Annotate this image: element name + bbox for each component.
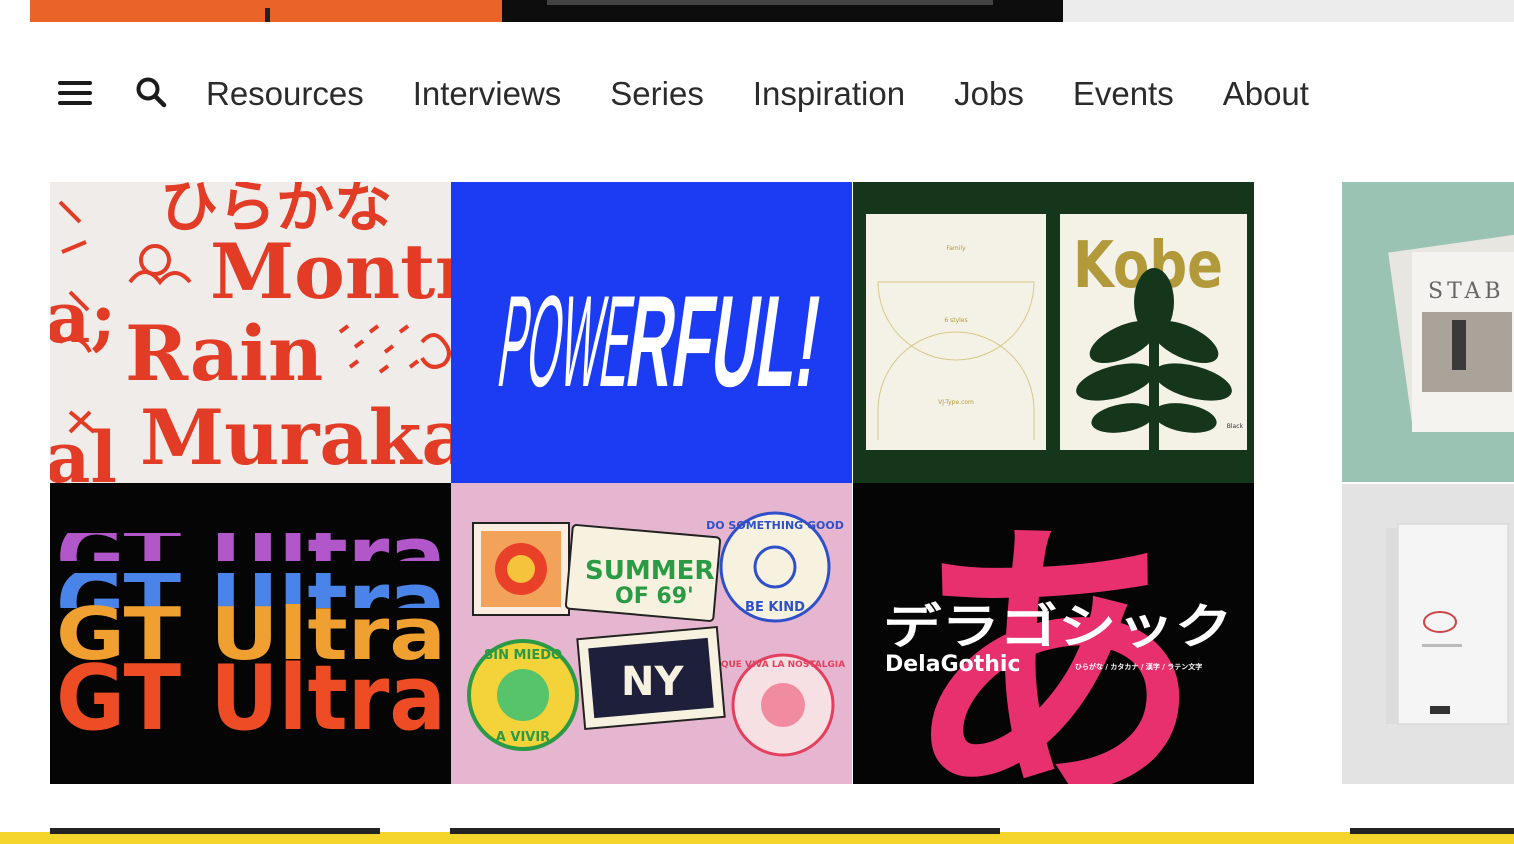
sticker-do-something-good: DO SOMETHING GOOD BE KIND (706, 511, 844, 623)
tile-powerful-font: POWE RFUL! (451, 182, 852, 483)
tile4-row-red: GT Ultra (56, 646, 446, 751)
nav-links: Resources Interviews Series Inspiration … (206, 74, 1309, 114)
main-navigation: Resources Interviews Series Inspiration … (0, 60, 1514, 130)
tile-gt-ultra-font: GT Ultra GT Ultra GT Ultra GT Ultra (50, 483, 451, 784)
svg-text:a;: a; (50, 276, 116, 359)
nav-link-jobs[interactable]: Jobs (954, 74, 1024, 114)
strip-image-dark (502, 0, 1063, 22)
stab-cover-title: STAB (1428, 279, 1505, 304)
svg-text:BE KIND: BE KIND (745, 600, 805, 615)
tile2-text-bold: RFUL! (619, 269, 829, 414)
side-card-stab-magazine[interactable]: STAB (1342, 182, 1514, 482)
sticker-summer-text: SUMMER (585, 556, 714, 586)
tile3-weight-label: Black (1227, 423, 1244, 430)
search-icon[interactable] (134, 75, 168, 109)
nav-link-events[interactable]: Events (1073, 74, 1174, 114)
nav-link-series[interactable]: Series (610, 74, 704, 114)
strip-image-light (1063, 0, 1514, 22)
tile6-caption: ひらがな / カタカナ / 漢字 / ラテン文字 (1075, 662, 1202, 671)
sticker-of69-text: OF 69' (615, 584, 694, 609)
tile2-text-light: POWE (491, 269, 641, 414)
tile3-family-label: Family (946, 245, 966, 252)
tile3-site-label: VJ-Type.com (938, 399, 974, 406)
next-article-strip (0, 828, 1514, 844)
tile1-line-montr: Montr (210, 227, 451, 316)
sticker-sin-miedo: SIN MIEDO A VIVIR (467, 639, 579, 751)
nav-link-inspiration[interactable]: Inspiration (753, 74, 905, 114)
nav-link-resources[interactable]: Resources (206, 74, 364, 114)
tile-dela-gothic-font: あ デラゴシック DelaGothic ひらがな / カタカナ / 漢字 / ラ… (853, 483, 1254, 784)
svg-text:NY: NY (621, 659, 684, 705)
tile6-japanese-title: デラゴシック (883, 599, 1233, 655)
svg-text:QUE VIVA LA NOSTALGIA: QUE VIVA LA NOSTALGIA (721, 660, 845, 670)
sticker-ny: NY (576, 625, 726, 731)
tile1-line-muraka: Muraka (140, 393, 451, 482)
tile-retro-stickers: SUMMER OF 69' DO SOMETHING GOOD BE KIND … (451, 483, 852, 784)
tile1-line-rain: Rain (125, 309, 323, 398)
side-card-book[interactable] (1342, 484, 1514, 784)
tile6-latin-name: DelaGothic (885, 652, 1021, 677)
hamburger-menu-icon[interactable] (56, 79, 94, 107)
svg-text:al: al (50, 416, 117, 483)
previous-content-strip (0, 0, 1514, 22)
sticker-summer: SUMMER OF 69' (564, 524, 722, 622)
sticker-sun (472, 522, 570, 616)
sticker-que-viva-la-nostalgia: QUE VIVA LA NOSTALGIA (721, 653, 845, 757)
nav-link-about[interactable]: About (1223, 74, 1309, 114)
tile-montr-rain-specimen: ひらかな Montr Rain Muraka a; al (50, 182, 451, 483)
featured-article-image-grid[interactable]: ひらかな Montr Rain Muraka a; al POWE RFUL! (50, 182, 1254, 784)
tile3-styles-label: 6 styles (944, 317, 967, 324)
svg-text:A VIVIR: A VIVIR (496, 730, 550, 745)
nav-link-interviews[interactable]: Interviews (413, 74, 562, 114)
strip-image-orange (30, 0, 502, 22)
tile-kobe-font: Family 6 styles VJ-Type.com Kobe Black (853, 182, 1254, 483)
svg-text:DO SOMETHING GOOD: DO SOMETHING GOOD (706, 519, 844, 532)
svg-text:SIN MIEDO: SIN MIEDO (484, 648, 562, 663)
